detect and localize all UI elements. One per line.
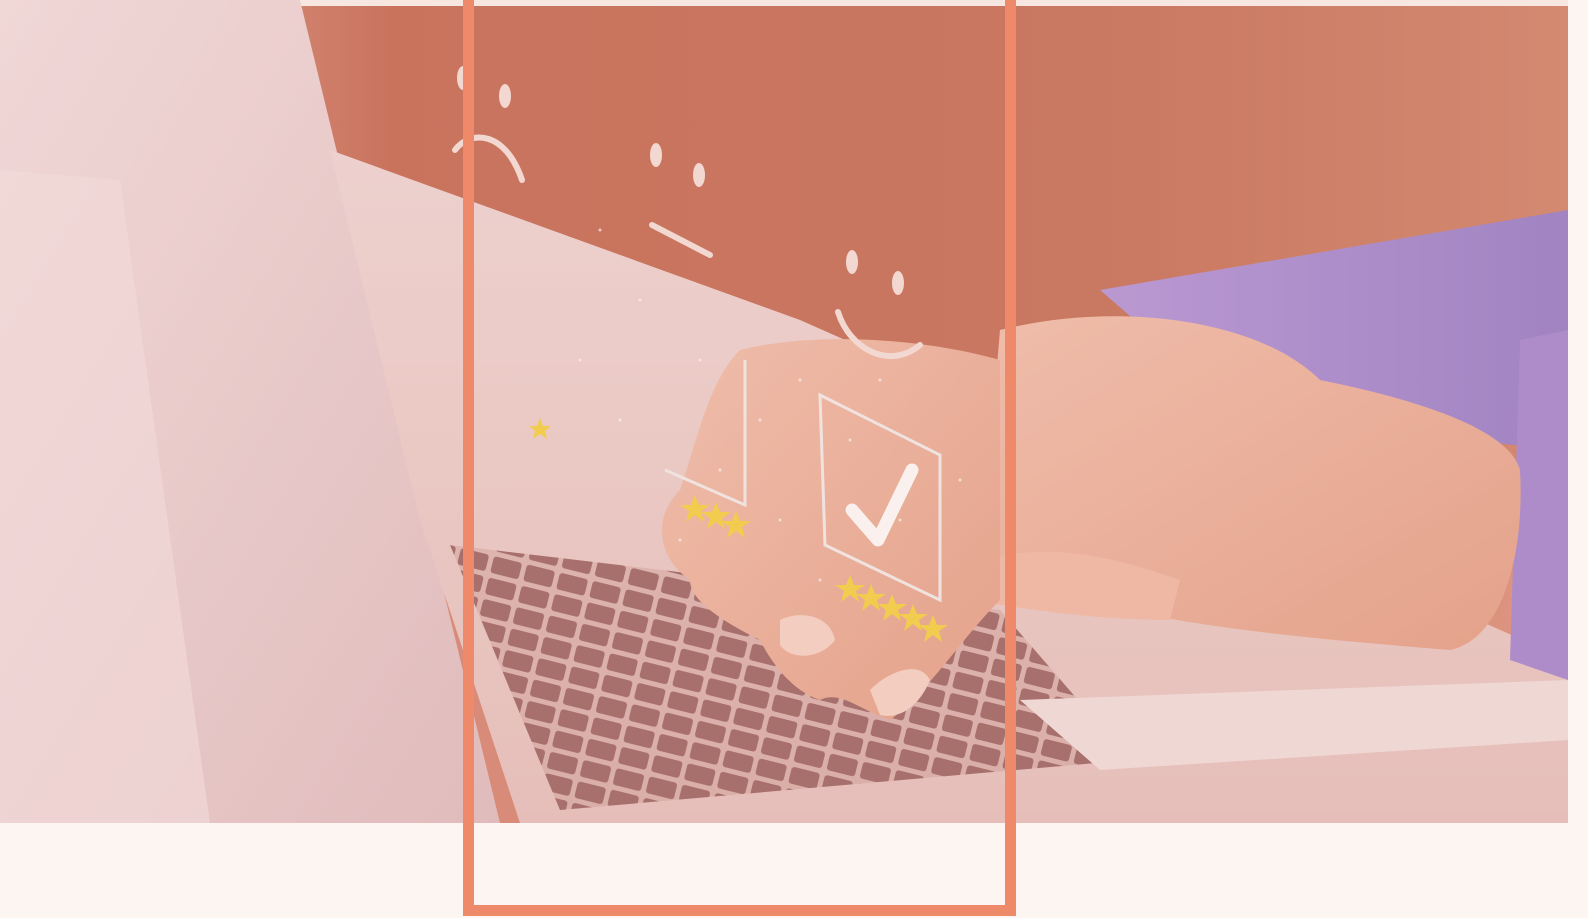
photo-illustration bbox=[0, 0, 1568, 823]
hero-photo bbox=[0, 0, 1568, 823]
page-margin-right bbox=[1568, 0, 1588, 918]
